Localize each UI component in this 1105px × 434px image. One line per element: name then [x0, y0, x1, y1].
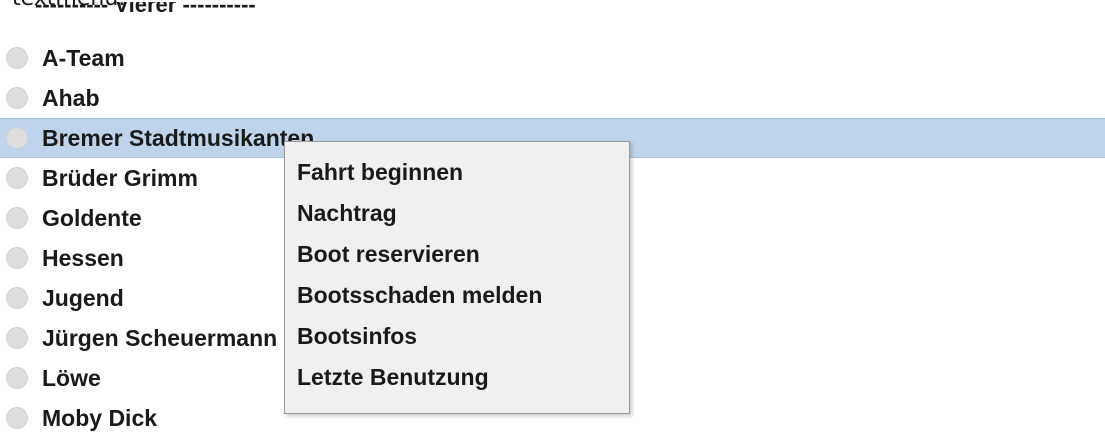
boat-name: Ahab — [42, 84, 100, 111]
boat-row-ahab[interactable]: Ahab — [0, 78, 1105, 118]
menu-item-bootsschaden-melden[interactable]: Bootsschaden melden — [285, 275, 629, 316]
radio-button[interactable] — [6, 287, 28, 309]
boat-name: Löwe — [42, 364, 101, 391]
menu-item-letzte-benutzung[interactable]: Letzte Benutzung — [285, 357, 629, 398]
radio-button[interactable] — [6, 207, 28, 229]
context-menu: Fahrt beginnen Nachtrag Boot reservieren… — [284, 141, 630, 414]
group-header-label: ---------- Vierer ---------- — [35, 2, 256, 17]
boat-row-a-team[interactable]: A-Team — [0, 38, 1105, 78]
boat-name: Goldente — [42, 204, 142, 231]
radio-button[interactable] — [6, 247, 28, 269]
menu-item-nachtrag[interactable]: Nachtrag — [285, 193, 629, 234]
radio-button[interactable] — [6, 47, 28, 69]
radio-button[interactable] — [6, 167, 28, 189]
menu-item-boot-reservieren[interactable]: Boot reservieren — [285, 234, 629, 275]
boat-name: Jugend — [42, 284, 124, 311]
radio-button[interactable] — [6, 127, 28, 149]
boat-name: Hessen — [42, 244, 124, 271]
boat-name: Bremer Stadtmusikanten — [42, 124, 315, 151]
menu-item-bootsinfos[interactable]: Bootsinfos — [285, 316, 629, 357]
group-header-vierer: ---------- Vierer ---------- — [35, 2, 256, 24]
boat-name: Jürgen Scheuermann — [42, 324, 278, 351]
boat-name: A-Team — [42, 44, 125, 71]
menu-item-fahrt-beginnen[interactable]: Fahrt beginnen — [285, 152, 629, 193]
boat-name: Brüder Grimm — [42, 164, 198, 191]
boat-name: Moby Dick — [42, 404, 158, 431]
radio-button[interactable] — [6, 367, 28, 389]
radio-button[interactable] — [6, 407, 28, 429]
radio-button[interactable] — [6, 327, 28, 349]
radio-button[interactable] — [6, 87, 28, 109]
